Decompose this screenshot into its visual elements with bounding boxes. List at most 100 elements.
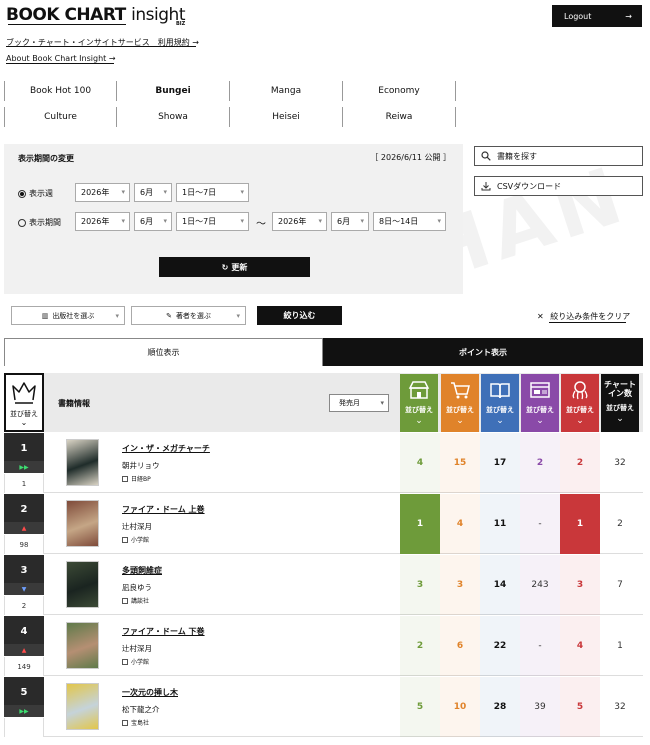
range-tilde: 〜 [256,219,266,230]
logout-button[interactable]: Logout → [552,5,642,27]
update-button[interactable]: ↻ 更新 [159,257,310,277]
previous-rank [4,718,44,737]
update-label: 更新 [231,262,248,272]
rank-cell: 2 ▲ 98 [4,494,44,554]
book-title-link[interactable]: イン・ザ・メガチャーチ [122,443,210,454]
tab-point-view[interactable]: ポイント表示 [323,338,643,366]
table-row[interactable]: 5 ▶▶ 一次元の挿し木 松下龍之介 宝島社 5 10 28 39 5 32 [4,677,643,737]
publisher-select[interactable]: ▥ 出版社を選ぶ ▾ [11,306,125,325]
chevron-down-icon: ▾ [240,217,244,225]
category-tab[interactable]: Showa [117,107,230,127]
select-value: 2026年 [278,217,307,226]
book-title-link[interactable]: 多頭飼維症 [122,565,162,576]
publisher-name: 小学館 [131,537,150,544]
chevron-down-icon: ⌄ [536,416,544,426]
clear-link-underline [549,322,626,323]
book-cover[interactable] [66,683,99,730]
category-tab[interactable]: Manga [230,81,343,101]
source-rank-cell: 39 [520,677,560,737]
table-row[interactable]: 3 ▼ 2 多頭飼維症 凪良ゆう 講談社 3 3 14 243 3 7 [4,555,643,615]
radio-week[interactable]: 表示週 [18,188,53,199]
table-row[interactable]: 1 ▶▶ 1 イン・ザ・メガチャーチ 朝井リョウ 日経BP 4 15 17 2 2 32 [4,433,643,493]
chevron-down-icon: ▾ [163,188,167,196]
previous-rank: 149 [4,657,44,676]
category-tab[interactable]: Book Hot 100 [4,81,117,101]
book-author: 凪良ゆう [122,583,152,592]
week-year-select[interactable]: 2026年 ▾ [75,183,130,202]
source-rank-cell: 10 [440,677,480,737]
chevron-down-icon: ▾ [380,399,384,407]
category-tab[interactable]: Culture [4,107,117,127]
book-cover[interactable] [66,439,99,486]
book-author: 朝井リョウ [122,461,160,470]
book-author: 辻村深月 [122,522,152,531]
radio-dot [18,218,26,227]
chevron-down-icon: ▾ [318,217,322,225]
book-title-link[interactable]: ファイア・ドーム 下巻 [122,626,205,637]
tab-rank-view[interactable]: 順位表示 [4,338,323,366]
book-search-input[interactable]: 書籍を探す [474,146,643,166]
source-column-header[interactable]: 並び替え ⌄ [481,374,519,432]
week-day-select[interactable]: 1日〜7日 ▾ [176,183,249,202]
range-from-month-select[interactable]: 6月 ▾ [134,212,172,231]
source-rank-cell: 5 [400,677,440,737]
category-tab[interactable]: Heisei [230,107,343,127]
category-tab[interactable]: Economy [343,81,456,101]
about-link-underline [6,63,114,64]
double-arrow-right-icon: ▶▶ [4,705,44,717]
period-panel-title: 表示期間の変更 [18,154,74,163]
source-rank-cell: 15 [440,433,480,493]
source-column-header[interactable]: 並び替え ⌄ [400,374,438,432]
range-to-year-select[interactable]: 2026年 ▾ [272,212,327,231]
rank-sort-header[interactable]: 並び替え ⌄ [4,373,44,432]
logo[interactable]: BOOK CHART insight BIZ [6,4,185,32]
book-cover[interactable] [66,622,99,669]
csv-download-button[interactable]: CSVダウンロード [474,176,643,196]
arrow-up-icon: ▲ [4,522,44,534]
source-rank-cell: 2 [520,433,560,493]
chevron-down-icon: ▾ [240,188,244,196]
sort-label: 並び替え [566,406,594,414]
range-from-day-select[interactable]: 1日〜7日 ▾ [176,212,249,231]
book-title-link[interactable]: 一次元の挿し木 [122,687,178,698]
book-info-header: 書籍情報 [58,399,90,408]
chart-in-count-cell: 7 [617,580,623,590]
radio-range[interactable]: 表示期間 [18,217,61,228]
range-to-month-select[interactable]: 6月 ▾ [331,212,369,231]
book-author: 松下龍之介 [122,705,160,714]
range-to-day-select[interactable]: 8日〜14日 ▾ [373,212,446,231]
source-column-header[interactable]: 並び替え ⌄ [521,374,559,432]
search-icon [481,151,491,161]
table-row[interactable]: 4 ▲ 149 ファイア・ドーム 下巻 辻村深月 小学館 2 6 22-4 1 [4,616,643,676]
book-icon [489,380,511,400]
book-cover[interactable] [66,500,99,547]
range-from-year-select[interactable]: 2026年 ▾ [75,212,130,231]
category-tab[interactable]: Bungei [117,81,230,101]
book-title-link[interactable]: ファイア・ドーム 上巻 [122,504,205,515]
author-select[interactable]: ✎ 著者を選ぶ ▾ [131,306,246,325]
about-link[interactable]: About Book Chart Insight → [6,54,116,63]
week-month-select[interactable]: 6月 ▾ [134,183,172,202]
clear-filters-link[interactable]: ✕ 絞り込み条件をクリア [537,311,630,322]
building-icon [122,536,128,543]
narrow-down-button[interactable]: 絞り込む [257,306,342,325]
chevron-down-icon: ⌄ [496,416,504,426]
source-rank-cell: 1 [560,494,600,554]
select-value: 6月 [140,217,154,226]
chart-in-count-header[interactable]: チャート イン数 並び替え ⌄ [601,374,639,432]
chevron-down-icon: ⌄ [456,416,464,426]
source-rank-cell: 28 [480,677,520,737]
period-panel: 表示期間の変更 ［ 2026/6/11 公開 ］ 表示週 2026年 ▾ 6月 ▾ … [4,144,463,294]
source-column-header[interactable]: 並び替え ⌄ [561,374,599,432]
book-cover[interactable] [66,561,99,608]
csv-label: CSVダウンロード [497,181,562,191]
pen-icon: ✎ [166,311,172,320]
publisher-name: 日経BP [131,476,151,483]
table-row[interactable]: 2 ▲ 98 ファイア・ドーム 上巻 辻村深月 小学館 1 4 11-1 2 [4,494,643,554]
arrow-up-icon: ▲ [4,644,44,656]
clear-filters-label: 絞り込み条件をクリア [550,312,631,321]
source-column-header[interactable]: 並び替え ⌄ [441,374,479,432]
chevron-down-icon: ▾ [236,311,240,320]
category-tab[interactable]: Reiwa [343,107,456,127]
release-month-select[interactable]: 発売月 ▾ [329,394,389,412]
